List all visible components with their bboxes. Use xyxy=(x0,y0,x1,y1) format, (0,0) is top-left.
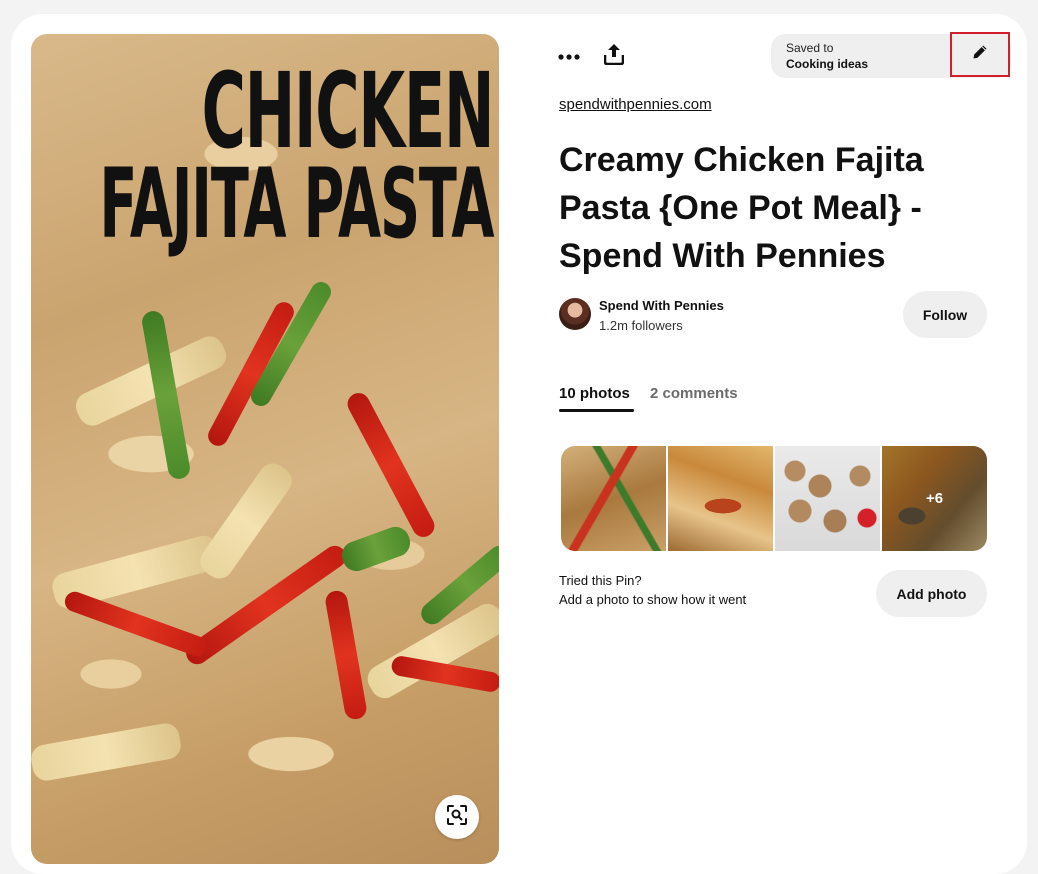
tried-photo-thumbnail[interactable] xyxy=(668,446,773,551)
active-tab-indicator xyxy=(559,409,634,412)
overlay-line-2: FAJITA PASTA xyxy=(98,147,494,260)
pencil-icon xyxy=(972,44,988,65)
edit-pin-button[interactable] xyxy=(950,32,1010,77)
tried-prompt: Add a photo to show how it went xyxy=(559,592,747,607)
saved-to-label: Saved to xyxy=(786,41,834,55)
share-upload-icon xyxy=(603,43,625,70)
pin-title: Creamy Chicken Fajita Pasta {One Pot Mea… xyxy=(559,141,924,275)
tried-photo-thumbnail[interactable] xyxy=(775,446,880,551)
visual-search-icon xyxy=(446,804,468,831)
pin-image-overlay-title: CHICKEN FAJITA PASTA xyxy=(98,50,494,260)
tried-question: Tried this Pin? xyxy=(559,573,642,588)
tried-photo-thumbnail[interactable] xyxy=(561,446,666,551)
saved-board-name: Cooking ideas xyxy=(786,57,869,71)
tab-photos[interactable]: 10 photos xyxy=(559,385,630,402)
follow-button[interactable]: Follow xyxy=(903,291,987,338)
visual-search-button[interactable] xyxy=(435,795,479,839)
tab-comments[interactable]: 2 comments xyxy=(650,385,738,402)
overlay-line-1: CHICKEN xyxy=(201,50,494,172)
creator-avatar[interactable] xyxy=(559,298,591,330)
pin-image[interactable]: CHICKEN FAJITA PASTA xyxy=(31,34,499,864)
more-photos-thumbnail[interactable]: +6 xyxy=(882,446,987,551)
source-link[interactable]: spendwithpennies.com xyxy=(559,96,712,113)
creator-name[interactable]: Spend With Pennies xyxy=(599,298,724,313)
more-horizontal-icon xyxy=(558,47,580,65)
creator-followers: 1.2m followers xyxy=(599,318,683,333)
more-photos-count: +6 xyxy=(925,490,944,507)
more-options-button[interactable] xyxy=(555,42,583,70)
add-photo-button[interactable]: Add photo xyxy=(876,570,987,617)
tried-photos-strip: +6 xyxy=(561,446,987,551)
share-button[interactable] xyxy=(600,42,628,70)
